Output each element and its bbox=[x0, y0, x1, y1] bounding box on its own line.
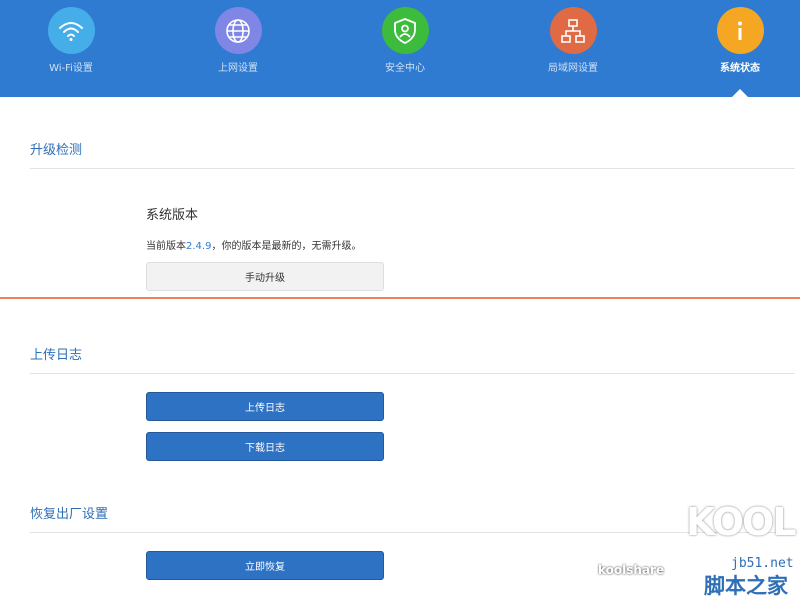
version-prefix: 当前版本 bbox=[146, 241, 186, 252]
upload-log-button[interactable]: 上传日志 bbox=[146, 392, 384, 421]
wifi-icon bbox=[47, 7, 95, 54]
jb51-watermark: jb51.net bbox=[731, 556, 794, 571]
nav-label-lan: 局域网设置 bbox=[548, 63, 598, 74]
logs-divider bbox=[30, 373, 795, 374]
reset-divider bbox=[30, 532, 795, 533]
top-nav-bar: Wi-Fi设置 上网设置 安全中心 局域网设置 系统状态 bbox=[0, 0, 800, 97]
restore-now-button[interactable]: 立即恢复 bbox=[146, 551, 384, 580]
download-log-button[interactable]: 下载日志 bbox=[146, 432, 384, 461]
version-number: 2.4.9 bbox=[186, 241, 212, 252]
section-highlight-line bbox=[0, 297, 800, 299]
version-status-text: 当前版本2.4.9，你的版本是最新的，无需升级。 bbox=[146, 237, 361, 252]
koolshare-watermark: koolshare bbox=[598, 563, 665, 577]
jb51-name-watermark: 脚本之家 bbox=[704, 574, 788, 597]
globe-icon bbox=[214, 7, 262, 54]
system-version-title: 系统版本 bbox=[146, 208, 199, 223]
info-icon bbox=[716, 7, 764, 54]
nav-label-internet: 上网设置 bbox=[218, 63, 258, 74]
kool-watermark-logo: KOOL bbox=[686, 500, 797, 544]
version-suffix: ，你的版本是最新的，无需升级。 bbox=[211, 241, 362, 252]
nav-item-system-status[interactable]: 系统状态 bbox=[680, 0, 800, 97]
upgrade-divider bbox=[30, 168, 795, 169]
manual-upgrade-button[interactable]: 手动升级 bbox=[146, 262, 384, 291]
active-tab-pointer bbox=[732, 89, 748, 97]
nav-item-security[interactable]: 安全中心 bbox=[345, 0, 465, 97]
nav-label-system-status: 系统状态 bbox=[720, 63, 760, 74]
nav-item-lan[interactable]: 局域网设置 bbox=[513, 0, 633, 97]
reset-section-title: 恢复出厂设置 bbox=[30, 507, 109, 522]
shield-icon bbox=[381, 7, 429, 54]
logs-section-title: 上传日志 bbox=[30, 348, 83, 363]
nav-item-internet[interactable]: 上网设置 bbox=[178, 0, 298, 97]
nav-item-wifi[interactable]: Wi-Fi设置 bbox=[11, 0, 131, 97]
nav-label-security: 安全中心 bbox=[385, 63, 425, 74]
nav-label-wifi: Wi-Fi设置 bbox=[49, 63, 93, 74]
upgrade-section-title: 升级检测 bbox=[30, 143, 83, 158]
network-icon bbox=[549, 7, 597, 54]
